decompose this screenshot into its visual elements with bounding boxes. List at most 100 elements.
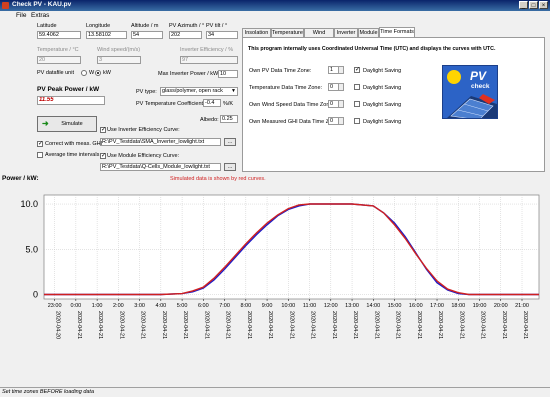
x-date-label: 2020-04-21 <box>501 311 507 339</box>
x-tick-label: 8:00 <box>240 303 251 309</box>
inverter-curve-checkbox[interactable]: ✓ <box>100 127 106 133</box>
temp-tz-dst-label: Daylight Saving <box>363 85 402 91</box>
tab-inverter[interactable]: Inverter <box>334 28 358 37</box>
temperature-field[interactable]: 20 <box>37 56 81 64</box>
x-date-label: 2020-04-21 <box>97 311 103 339</box>
x-tick-label: 15:00 <box>388 303 402 309</box>
temp-coeff-label: PV Temperature Coefficient: <box>136 101 205 107</box>
albedo-field[interactable]: 0.25 <box>220 115 238 123</box>
x-date-label: 2020-04-21 <box>352 311 358 339</box>
temp-tz-dst-checkbox[interactable] <box>354 84 360 90</box>
ghi-tz-dst-label: Daylight Saving <box>363 119 402 125</box>
menu-file[interactable]: File <box>16 12 26 19</box>
altitude-label: Altitude / m <box>131 23 159 29</box>
wind-tz-label: Own Wind Speed Data Time Zone: <box>249 102 334 108</box>
inverter-curve-browse-button[interactable]: ... <box>224 138 236 146</box>
x-date-label: 2020-04-20 <box>55 311 61 339</box>
inverter-curve-path[interactable]: R:\PV_Testdata\SMA_Inverter_lowlight.txt <box>100 138 221 146</box>
inverter-eff-label: Inverter Efficiency / % <box>180 47 234 53</box>
azimuth-field[interactable]: 202 <box>169 31 202 39</box>
unit-w-radio[interactable] <box>81 70 87 76</box>
pv-type-select[interactable]: glass/polymer, open rack ▼ <box>160 87 238 96</box>
app-icon <box>2 2 9 9</box>
x-date-label: 2020-04-21 <box>76 311 82 339</box>
power-chart-svg: 23:00 2020-04-20 0:00 2020-04-21 1:00 2020-04… <box>20 194 540 339</box>
x-date-label: 2020-04-21 <box>416 311 422 339</box>
x-date-label: 2020-04-21 <box>288 311 294 339</box>
pv-type-value: glass/polymer, open rack <box>162 88 223 94</box>
max-inverter-field[interactable]: 10 <box>218 70 238 78</box>
latitude-field[interactable]: 59.4062 <box>37 31 81 39</box>
inverter-eff-field[interactable]: 97 <box>180 56 238 64</box>
temp-coeff-field[interactable]: -0.4 <box>203 99 221 107</box>
temp-tz-label: Temperature Data Time Zone: <box>249 85 323 91</box>
correct-ghi-label: Correct with meas. GHI <box>45 141 103 147</box>
pv-tz-dst-label: Daylight Saving <box>363 68 402 74</box>
pv-tz-spinner[interactable]: 1 <box>328 66 344 74</box>
x-tick-label: 13:00 <box>345 303 359 309</box>
wind-field[interactable]: 3 <box>97 56 141 64</box>
x-date-label: 2020-04-21 <box>161 311 167 339</box>
x-date-label: 2020-04-21 <box>458 311 464 339</box>
ghi-tz-label: Own Measured GHI Data Time Zone: <box>249 119 340 125</box>
longitude-field[interactable]: 13.58102 <box>86 31 127 39</box>
tab-wind-speed[interactable]: Wind speed <box>304 28 334 44</box>
wind-tz-spinner[interactable]: 0 <box>328 100 344 108</box>
module-curve-browse-button[interactable]: ... <box>224 163 236 171</box>
window-title: Check PV - KAU.pv <box>12 1 72 8</box>
maximize-button[interactable]: □ <box>529 1 538 9</box>
simulate-button[interactable]: ➜ Simulate <box>37 116 97 132</box>
longitude-label: Longitude <box>86 23 111 29</box>
x-tick-label: 19:00 <box>473 303 487 309</box>
tab-module[interactable]: Module <box>358 28 379 37</box>
ghi-tz-spinner[interactable]: 0 <box>328 117 344 125</box>
x-date-label: 2020-04-21 <box>373 311 379 339</box>
tab-time-formats[interactable]: Time Formats <box>379 27 415 37</box>
x-date-label: 2020-04-21 <box>437 311 443 339</box>
x-date-label: 2020-04-21 <box>267 311 273 339</box>
x-tick-label: 18:00 <box>451 303 465 309</box>
tilt-field[interactable]: 34 <box>206 31 238 39</box>
ghi-tz-dst-checkbox[interactable] <box>354 118 360 124</box>
altitude-field[interactable]: 54 <box>131 31 163 39</box>
x-tick-label: 5:00 <box>177 303 188 309</box>
latitude-label: Latitude <box>37 23 57 29</box>
unit-kw-radio[interactable] <box>95 70 101 76</box>
average-intervals-checkbox[interactable] <box>37 152 43 158</box>
x-tick-label: 1:00 <box>92 303 103 309</box>
x-date-label: 2020-04-21 <box>331 311 337 339</box>
y-tick-label: 10.0 <box>20 199 38 209</box>
pv-type-label: PV type: <box>136 89 157 95</box>
x-tick-label: 4:00 <box>155 303 166 309</box>
wind-tz-dst-checkbox[interactable] <box>354 101 360 107</box>
x-date-label: 2020-04-21 <box>395 311 401 339</box>
module-curve-checkbox[interactable]: ✓ <box>100 153 106 159</box>
tab-insolation[interactable]: Insolation <box>242 28 271 37</box>
x-tick-label: 21:00 <box>515 303 529 309</box>
y-tick-label: 0 <box>33 289 38 299</box>
x-tick-label: 14:00 <box>366 303 380 309</box>
x-tick-label: 3:00 <box>134 303 145 309</box>
x-tick-label: 2:00 <box>113 303 124 309</box>
minimize-button[interactable]: _ <box>519 1 528 9</box>
x-tick-label: 0:00 <box>71 303 82 309</box>
wind-label: Wind speed/(m/s) <box>97 47 141 53</box>
correct-ghi-checkbox[interactable]: ✓ <box>37 141 43 147</box>
azimuth-label: PV Azimuth / ° <box>169 23 205 29</box>
temp-tz-spinner[interactable]: 0 <box>328 83 344 91</box>
x-date-label: 2020-04-21 <box>480 311 486 339</box>
close-button[interactable]: × <box>539 1 548 9</box>
menu-extras[interactable]: Extras <box>31 12 49 19</box>
peak-power-field[interactable]: 11.55 <box>37 96 105 105</box>
y-tick-label: 5.0 <box>25 244 38 254</box>
x-tick-label: 23:00 <box>48 303 62 309</box>
chevron-down-icon: ▼ <box>231 88 236 94</box>
module-curve-label: Use Module Efficiency Curve: <box>107 153 180 159</box>
module-curve-path[interactable]: R:\PV_Testdata\Q-Cells_Module_lowlight.t… <box>100 163 221 171</box>
pv-check-logo: PV check <box>442 65 498 119</box>
tab-temperature[interactable]: Temperature <box>271 28 304 37</box>
pv-tz-dst-checkbox[interactable]: ✓ <box>354 67 360 73</box>
status-text: Set time zones BEFORE loading data <box>2 389 95 395</box>
pv-tz-label: Own PV Data Time Zone: <box>249 68 312 74</box>
x-tick-label: 12:00 <box>324 303 338 309</box>
